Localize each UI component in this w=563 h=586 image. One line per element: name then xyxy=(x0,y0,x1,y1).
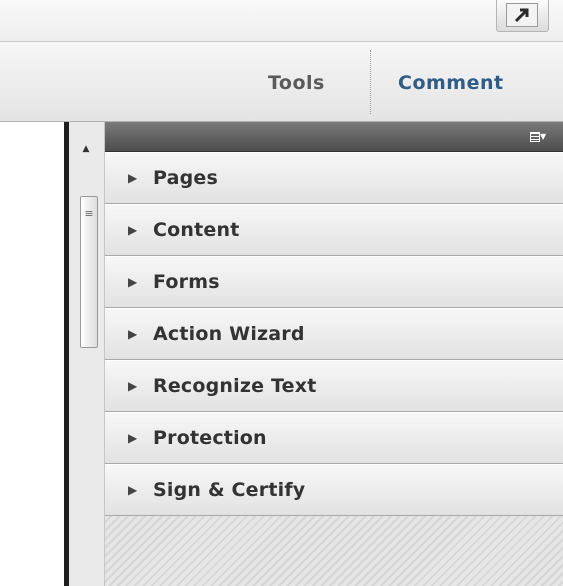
section-protection[interactable]: ▶ Protection xyxy=(105,412,563,464)
vertical-scrollbar[interactable]: ▲ ≡ xyxy=(69,122,105,586)
section-recognize-text[interactable]: ▶ Recognize Text xyxy=(105,360,563,412)
panel-options-menu-icon[interactable]: ▼ xyxy=(530,130,560,144)
expand-arrow-icon: ▶ xyxy=(128,379,138,393)
expand-arrow-icon: ▶ xyxy=(128,275,138,289)
toolbar-divider xyxy=(370,50,371,114)
section-list: ▶ Pages ▶ Content ▶ Forms ▶ Action Wizar… xyxy=(105,152,563,516)
section-label: Recognize Text xyxy=(153,375,317,397)
tools-panel: ▼ ▶ Pages ▶ Content ▶ Forms ▶ Action Wiz… xyxy=(105,122,563,586)
share-arrow-icon xyxy=(506,3,538,27)
grip-icon: ≡ xyxy=(84,207,94,220)
section-label: Forms xyxy=(153,271,220,293)
expand-arrow-icon: ▶ xyxy=(128,171,138,185)
top-bar xyxy=(0,0,563,42)
section-sign-certify[interactable]: ▶ Sign & Certify xyxy=(105,464,563,516)
up-arrow-icon[interactable]: ▲ xyxy=(79,144,93,154)
tab-comment[interactable]: Comment xyxy=(398,72,504,94)
panel-header: ▼ xyxy=(105,122,563,152)
section-label: Protection xyxy=(153,427,267,449)
expand-arrow-icon: ▶ xyxy=(128,223,138,237)
expand-arrow-icon: ▶ xyxy=(128,431,138,445)
toolbar: Tools Comment xyxy=(0,42,563,122)
section-label: Sign & Certify xyxy=(153,479,306,501)
share-button[interactable] xyxy=(496,0,549,32)
section-content[interactable]: ▶ Content xyxy=(105,204,563,256)
tab-tools[interactable]: Tools xyxy=(268,72,325,94)
section-label: Pages xyxy=(153,167,219,189)
section-label: Action Wizard xyxy=(153,323,305,345)
expand-arrow-icon: ▶ xyxy=(128,483,138,497)
section-forms[interactable]: ▶ Forms xyxy=(105,256,563,308)
section-pages[interactable]: ▶ Pages xyxy=(105,152,563,204)
section-label: Content xyxy=(153,219,240,241)
section-action-wizard[interactable]: ▶ Action Wizard xyxy=(105,308,563,360)
expand-arrow-icon: ▶ xyxy=(128,327,138,341)
scrollbar-thumb[interactable]: ≡ xyxy=(80,196,98,348)
